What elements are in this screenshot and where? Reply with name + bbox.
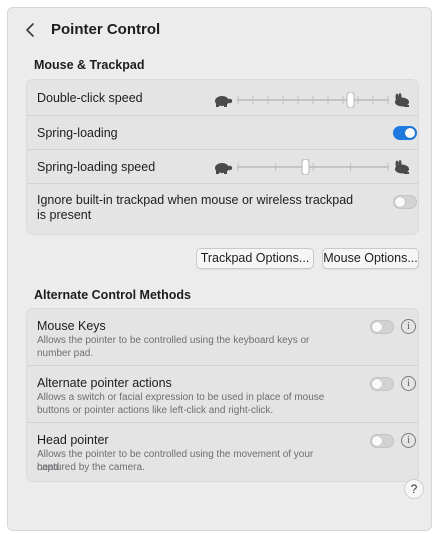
page-title: Pointer Control (51, 21, 161, 38)
hare-icon (395, 160, 409, 174)
help-button[interactable]: ? (404, 479, 424, 499)
spring-loading-toggle[interactable] (393, 126, 417, 140)
ignore-trackpad-label-line1: Ignore built-in trackpad when mouse or w… (37, 193, 354, 207)
spring-loading-speed-row: Spring-loading speed (27, 150, 418, 184)
mouse-trackpad-card: Double-click speed Spring-loading Spring… (26, 79, 419, 235)
info-icon[interactable]: i (401, 319, 416, 334)
turtle-icon (215, 96, 233, 107)
head-pointer-row: Head pointer Allows the pointer to be co… (27, 423, 418, 481)
alternate-pointer-actions-description-line1: Allows a switch or facial expression to … (37, 392, 325, 403)
double-click-speed-row: Double-click speed (27, 80, 418, 116)
spring-loading-speed-slider[interactable] (212, 159, 412, 175)
mouse-options-button[interactable]: Mouse Options... (322, 248, 419, 269)
section-title-alternate-control: Alternate Control Methods (34, 288, 191, 302)
double-click-speed-label: Double-click speed (37, 91, 143, 105)
back-button[interactable] (22, 21, 40, 39)
turtle-icon (215, 163, 233, 174)
toggle-knob (395, 197, 405, 207)
mouse-keys-toggle[interactable] (370, 320, 394, 334)
ignore-trackpad-label-line2: is present (37, 208, 92, 222)
head-pointer-label: Head pointer (37, 433, 109, 447)
toggle-knob (372, 436, 382, 446)
alternate-control-card: Mouse Keys Allows the pointer to be cont… (26, 308, 419, 482)
head-pointer-description-line2: captured by the camera. (37, 462, 145, 473)
ignore-trackpad-toggle[interactable] (393, 195, 417, 209)
toggle-knob (372, 379, 382, 389)
spring-loading-row: Spring-loading (27, 116, 418, 150)
ignore-trackpad-row: Ignore built-in trackpad when mouse or w… (27, 184, 418, 234)
mouse-keys-label: Mouse Keys (37, 319, 106, 333)
pointer-control-window: Pointer Control Mouse & Trackpad Double-… (7, 7, 432, 531)
head-pointer-toggle[interactable] (370, 434, 394, 448)
mouse-keys-row: Mouse Keys Allows the pointer to be cont… (27, 309, 418, 366)
section-title-mouse-trackpad: Mouse & Trackpad (34, 58, 145, 72)
header: Pointer Control (8, 8, 431, 52)
trackpad-options-button[interactable]: Trackpad Options... (196, 248, 314, 269)
chevron-left-icon (26, 23, 34, 37)
mouse-keys-description-line2: number pad. (37, 348, 94, 359)
alternate-pointer-actions-description-line2: buttons or pointer actions like left-cli… (37, 405, 274, 416)
double-click-speed-slider[interactable] (212, 92, 412, 108)
alternate-pointer-actions-toggle[interactable] (370, 377, 394, 391)
slider-knob (346, 92, 355, 108)
slider-knob (301, 159, 310, 175)
alternate-pointer-actions-label: Alternate pointer actions (37, 376, 172, 390)
info-icon[interactable]: i (401, 376, 416, 391)
alternate-pointer-actions-row: Alternate pointer actions Allows a switc… (27, 366, 418, 423)
spring-loading-speed-label: Spring-loading speed (37, 160, 156, 174)
spring-loading-label: Spring-loading (37, 126, 118, 140)
hare-icon (395, 93, 409, 107)
toggle-knob (405, 128, 415, 138)
info-icon[interactable]: i (401, 433, 416, 448)
mouse-keys-description-line1: Allows the pointer to be controlled usin… (37, 335, 310, 346)
toggle-knob (372, 322, 382, 332)
